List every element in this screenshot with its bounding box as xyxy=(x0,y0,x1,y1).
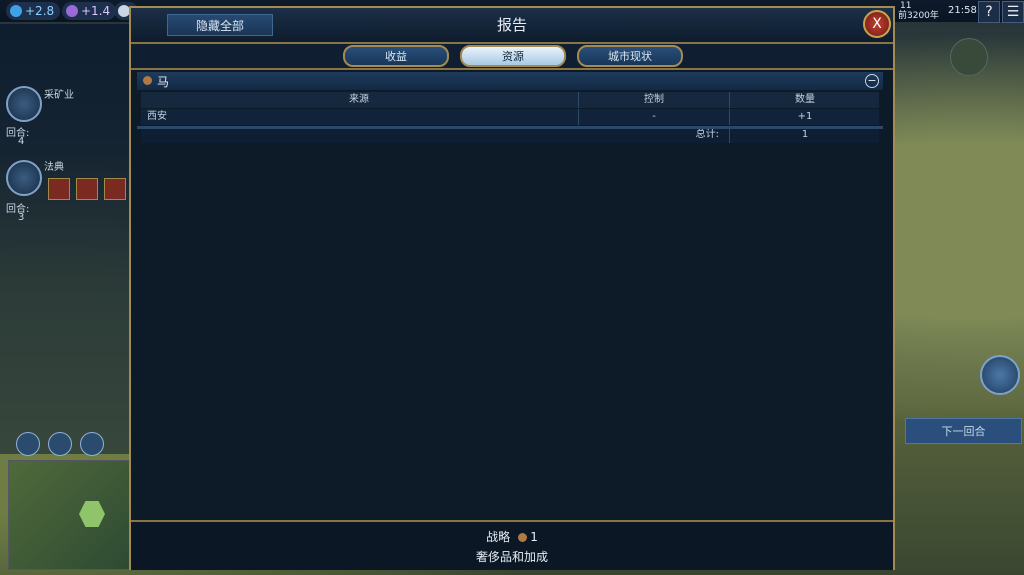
civic-icon[interactable] xyxy=(6,160,42,196)
clock: 21:58 xyxy=(948,5,977,16)
report-header: 隐藏全部 报告 X xyxy=(131,8,893,44)
civic-unlock-icon xyxy=(76,178,98,200)
minimap-city-marker xyxy=(79,501,105,527)
faith-yield[interactable]: +1.4 xyxy=(62,2,117,20)
civic-turns: 3 xyxy=(18,212,25,223)
science-value: +2.8 xyxy=(25,4,55,18)
resource-section-horses: 马 − 来源 控制 数量 西安 - +1 总计: 1 xyxy=(137,72,883,146)
horses-icon xyxy=(518,533,528,542)
city-banner-icon[interactable] xyxy=(950,38,988,76)
map-lens-icon[interactable] xyxy=(16,432,40,456)
col-header-amount: 数量 xyxy=(729,92,880,108)
cell-source: 西安 xyxy=(147,111,167,122)
strategic-count: 1 xyxy=(530,530,538,544)
section-title: 马 xyxy=(157,75,170,89)
civic-unlock-icon xyxy=(48,178,70,200)
tech-turns: 4 xyxy=(18,136,25,147)
section-header[interactable]: 马 − xyxy=(137,72,883,90)
civic-unlock-icon xyxy=(104,178,126,200)
minimap[interactable] xyxy=(8,460,130,570)
col-header-source: 来源 xyxy=(349,94,369,105)
collapse-icon[interactable]: − xyxy=(865,74,879,88)
strategic-label: 战略 xyxy=(486,530,511,544)
report-window: 隐藏全部 报告 X 收益 资源 城市现状 马 − 来源 控制 数量 西安 - +… xyxy=(129,6,895,570)
turn-number: 11 xyxy=(900,1,912,11)
map-options-icon[interactable] xyxy=(48,432,72,456)
menu-button[interactable]: ☰ xyxy=(1002,1,1024,23)
science-icon xyxy=(10,5,22,17)
close-button[interactable]: X xyxy=(863,10,891,38)
horses-icon xyxy=(143,76,152,85)
science-yield[interactable]: +2.8 xyxy=(6,2,61,20)
cell-amount: +1 xyxy=(729,109,880,125)
unit-action-icon[interactable] xyxy=(980,355,1020,395)
tech-icon[interactable] xyxy=(6,86,42,122)
tab-city-status[interactable]: 城市现状 xyxy=(577,45,683,67)
table-total-row: 总计: 1 xyxy=(141,127,879,143)
report-title: 报告 xyxy=(496,16,527,34)
total-label: 总计: xyxy=(695,129,719,140)
total-value: 1 xyxy=(729,127,880,143)
cell-control: - xyxy=(578,109,729,125)
civic-label: 法典 xyxy=(44,162,64,173)
next-turn-button[interactable]: 下一回合 xyxy=(905,418,1022,444)
faith-icon xyxy=(66,5,78,17)
col-header-control: 控制 xyxy=(578,92,729,108)
table-header-row: 来源 控制 数量 xyxy=(141,92,879,108)
game-year: 前3200年 xyxy=(898,11,939,21)
faith-value: +1.4 xyxy=(81,4,111,18)
tab-resources[interactable]: 资源 xyxy=(460,45,566,67)
tech-label: 采矿业 xyxy=(44,90,74,101)
table-row: 西安 - +1 xyxy=(141,109,879,125)
report-tabs: 收益 资源 城市现状 xyxy=(131,44,893,70)
help-button[interactable]: ? xyxy=(978,1,1000,23)
strategic-summary: 战略 1 xyxy=(131,528,893,545)
tab-yields[interactable]: 收益 xyxy=(343,45,449,67)
section-divider xyxy=(137,126,883,129)
report-footer: 战略 1 奢侈品和加成 xyxy=(131,520,893,570)
luxury-label: 奢侈品和加成 xyxy=(475,550,548,564)
map-pin-icon[interactable] xyxy=(80,432,104,456)
left-tracker-panel: 采矿业 回合: 4 法典 回合: 3 xyxy=(0,24,130,456)
